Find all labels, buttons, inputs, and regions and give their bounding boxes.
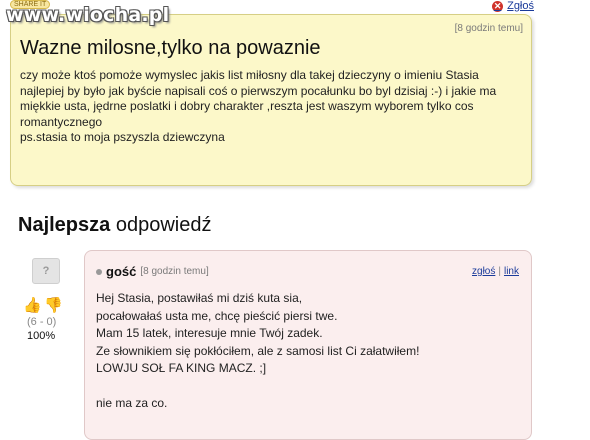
answer-line: nie ma za co. — [96, 395, 168, 410]
question-box: [8 godzin temu] Wazne milosne,tylko na p… — [10, 14, 532, 186]
best-answer-heading: Najlepsza odpowiedź — [18, 214, 211, 237]
question-line: ps.stasia to moja pszyszla dziewczyna — [20, 130, 225, 144]
question-title: Wazne milosne,tylko na powaznie — [20, 37, 321, 59]
answer-header: gość [8 godzin temu] — [96, 264, 209, 279]
answer-line: Hej Stasia, postawiłaś mi dziś kuta sia, — [96, 291, 303, 305]
answer-time: [8 godzin temu] — [140, 266, 209, 277]
answer-spacer — [96, 378, 516, 395]
thumbs-up-icon[interactable]: 👍 — [23, 296, 42, 314]
answer-line: pocałowałaś usta me, chcę pieścić piersi… — [96, 308, 338, 323]
vote-percent: 100% — [27, 330, 56, 342]
answer-body: Hej Stasia, postawiłaś mi dziś kuta sia,… — [96, 290, 516, 412]
answer-links: zgłoś | link — [472, 266, 519, 277]
report-link[interactable]: zgłoś — [472, 266, 495, 277]
report-link-top[interactable]: ✕ Zgłoś — [492, 0, 534, 12]
watermark: www.wiocha.pl — [6, 4, 170, 26]
vote-score: (6 - 0) — [27, 316, 57, 328]
bullet-icon — [96, 268, 102, 275]
link-separator: | — [498, 266, 501, 277]
avatar: ? — [32, 258, 60, 284]
best-answer-heading-bold: Najlepsza — [18, 214, 111, 236]
report-label: Zgłoś — [507, 0, 534, 12]
close-icon: ✕ — [492, 0, 504, 12]
answer-line: LOWJU SOŁ FA KING MACZ. ;] — [96, 361, 267, 375]
question-body: czy może ktoś pomoże wymyslec jakis list… — [20, 68, 525, 146]
question-line: czy może ktoś pomoże wymyslec jakis list… — [20, 68, 479, 82]
thumbs-down-icon[interactable]: 👎 — [44, 296, 63, 314]
answer-line: Mam 15 latek, interesuje mnie Twój zadek… — [96, 326, 323, 340]
question-time: [8 godzin temu] — [454, 23, 523, 34]
best-answer-heading-rest: odpowiedź — [110, 214, 212, 236]
answer-box: gość [8 godzin temu] zgłoś | link Hej Stas… — [84, 250, 532, 440]
answer-line: Ze słownikiem się pokłóciłem, ale z samo… — [96, 343, 420, 358]
question-line: najlepiej by było jak byście napisali co… — [20, 83, 497, 129]
permalink[interactable]: link — [504, 266, 519, 277]
answer-user[interactable]: gość — [106, 264, 136, 279]
